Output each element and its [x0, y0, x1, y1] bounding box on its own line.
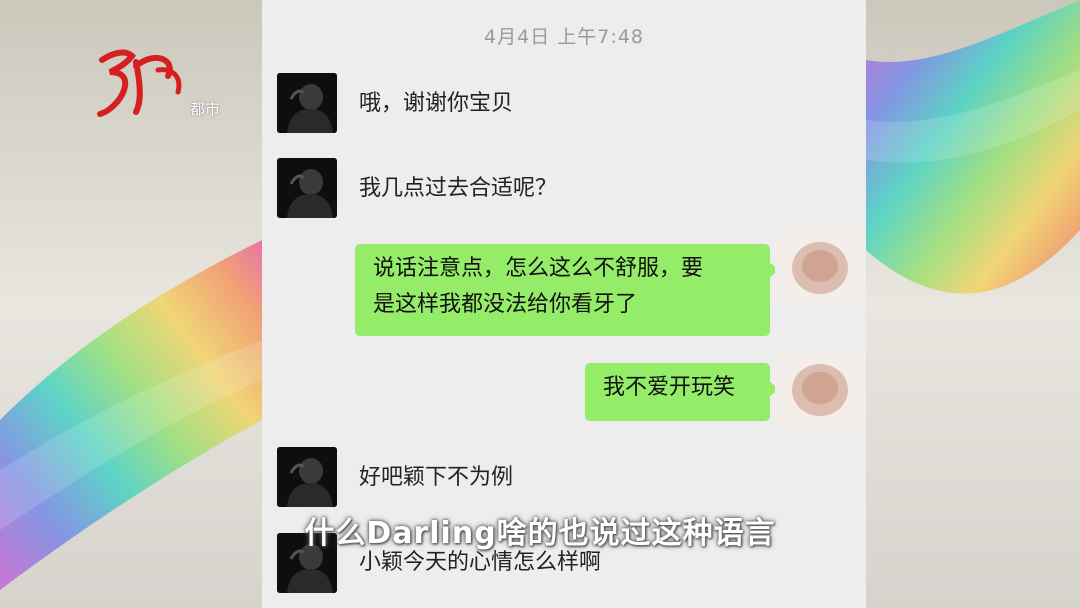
message-line: 是这样我都没法给你看牙了	[373, 292, 638, 317]
logo-label: 都市	[190, 100, 221, 118]
sent-message-bubble[interactable]: 我不爱开玩笑	[585, 363, 779, 421]
contact-avatar[interactable]	[277, 158, 337, 218]
video-subtitle: 什么Darling啥的也说过这种语言	[304, 516, 776, 551]
user-avatar[interactable]	[775, 230, 865, 302]
user-avatar[interactable]	[775, 352, 865, 424]
contact-avatar[interactable]	[277, 447, 337, 507]
message-timestamp: 4月4日 上午7:48	[484, 26, 644, 48]
message-line: 说话注意点，怎么这么不舒服，要	[373, 256, 704, 281]
message-text: 哦，谢谢你宝贝	[359, 91, 514, 116]
message-text: 我不爱开玩笑	[603, 375, 736, 400]
message-text: 我几点过去合适呢？	[359, 176, 558, 201]
video-frame: 都市 4月4日 上午7:48 哦，谢谢你宝贝 我几点过去合适呢？ 说话注意点，怎…	[0, 0, 1080, 608]
message-text: 好吧颖下不为例	[359, 465, 514, 490]
sent-message-bubble[interactable]: 说话注意点，怎么这么不舒服，要 是这样我都没法给你看牙了	[355, 244, 779, 336]
contact-avatar[interactable]	[277, 73, 337, 133]
